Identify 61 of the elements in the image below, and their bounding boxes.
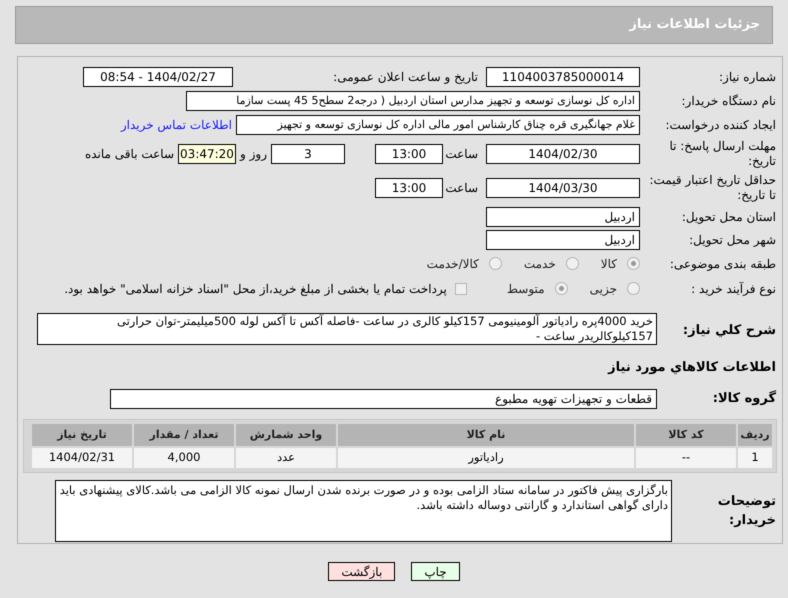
radio-button[interactable] — [627, 282, 640, 295]
section-heading: اطلاعات کالاهاي مورد نياز — [608, 359, 777, 378]
input-field[interactable]: اردبیل — [486, 206, 640, 226]
field-label: استان محل تحویل: — [680, 208, 777, 226]
input-field[interactable]: اداره کل نوسازی توسعه و تجهیز مدارس استان اردبیل ( درجه2 سطح5 45 پست سازما — [186, 91, 640, 111]
column-header: تاریخ نیاز — [32, 424, 132, 446]
option-label: خدمت — [524, 256, 556, 272]
field-label: شرح کلي نياز: — [682, 322, 777, 340]
input-field[interactable]: غلام جهانگیری قره چناق کارشناس امور مالی اداره کل نوسازی توسعه و تجهیز — [236, 115, 640, 135]
field-label: ساعت — [444, 180, 479, 197]
input-field[interactable]: 1404/02/30 — [486, 144, 640, 164]
input-field[interactable]: 1404/03/30 — [486, 178, 640, 198]
input-field[interactable]: 13:00 — [375, 144, 443, 164]
field-label: شهر محل تحویل: — [688, 232, 777, 248]
input-field[interactable]: 13:00 — [375, 178, 443, 198]
column-header: کد کالا — [636, 424, 736, 446]
input-field[interactable]: قطعات و تجهیزات تهویه مطبوع — [110, 389, 657, 409]
option-label: کالا/خدمت — [426, 256, 479, 272]
field-label: مهلت ارسال پاسخ: تا تاریخ: — [668, 139, 777, 169]
checkbox-label: پرداخت تمام یا بخشی از مبلغ خرید،از محل "اسناد خزانه اسلامی" خواهد بود. — [64, 280, 447, 298]
option-label: جزیی — [590, 280, 617, 298]
field-label: ایجاد کننده درخواست: — [664, 117, 777, 134]
buyer-contact-link[interactable]: اطلاعات تماس خریدار — [120, 116, 232, 134]
field-label: ساعت — [444, 146, 479, 163]
field-label: تاریخ و ساعت اعلان عمومی: — [332, 69, 479, 86]
radio-button[interactable] — [488, 257, 502, 270]
table-cell: 4,000 — [134, 448, 234, 468]
print-button[interactable]: چاپ — [411, 562, 460, 581]
table-cell: -- — [636, 448, 736, 468]
field-label: توضیحات خریدار: — [716, 492, 777, 530]
table-cell: عدد — [236, 448, 336, 468]
column-header: واحد شمارش — [236, 424, 336, 446]
table-cell: 1404/02/31 — [32, 448, 132, 468]
description-box[interactable]: خرید 4000پره رادیاتور آلومینیومی 157کیلو کالری در ساعت -فاصله آکس تا آکس لوله 500میلیمتر-توان حرارتی 157کیلوکالریدر ساعت - — [37, 313, 657, 345]
countdown-field: 03:47:20 — [178, 144, 236, 164]
field-label: نام دستگاه خریدار: — [680, 93, 777, 110]
notes-box[interactable]: بارگزاری پیش فاکتور در سامانه ستاد الزامی بوده و در صورت برنده شدن ارسال نمونه کالا الزامی می باشد.کالای پیشنهادی باید دارای گواهی استاندارد و گارانتی دوساله داشته باشد. — [55, 480, 672, 542]
field-label: نوع فرآیند خرید : — [690, 280, 777, 298]
radio-button[interactable] — [566, 257, 579, 270]
table-cell: رادیاتور — [338, 448, 634, 468]
option-label: کالا — [600, 256, 617, 272]
input-field[interactable]: 1104003785000014 — [486, 67, 640, 87]
input-field[interactable]: 1404/02/27 - 08:54 — [83, 67, 233, 87]
field-label: شماره نیاز: — [718, 69, 777, 86]
field-label: حداقل تاریخ اعتبار قیمت: تا تاریخ: — [648, 173, 777, 203]
back-button[interactable]: بازگشت — [328, 562, 396, 581]
field-label: گروه کالا: — [712, 389, 777, 408]
field-label: طبقه بندی موضوعی: — [668, 256, 777, 272]
field-label: روز و — [238, 146, 268, 163]
radio-button[interactable] — [627, 257, 640, 270]
input-field[interactable]: اردبیل — [486, 230, 640, 250]
input-field[interactable]: 3 — [271, 144, 345, 164]
column-header: نام کالا — [338, 424, 634, 446]
page-title: جزئیات اطلاعات نیاز — [629, 16, 760, 34]
checkbox[interactable] — [454, 282, 467, 294]
radio-button[interactable] — [554, 282, 568, 295]
field-label: ساعت باقی مانده — [84, 146, 175, 163]
option-label: متوسط — [506, 280, 545, 298]
column-header: ردیف — [738, 424, 772, 446]
table-cell: 1 — [738, 448, 772, 468]
column-header: تعداد / مقدار — [134, 424, 234, 446]
